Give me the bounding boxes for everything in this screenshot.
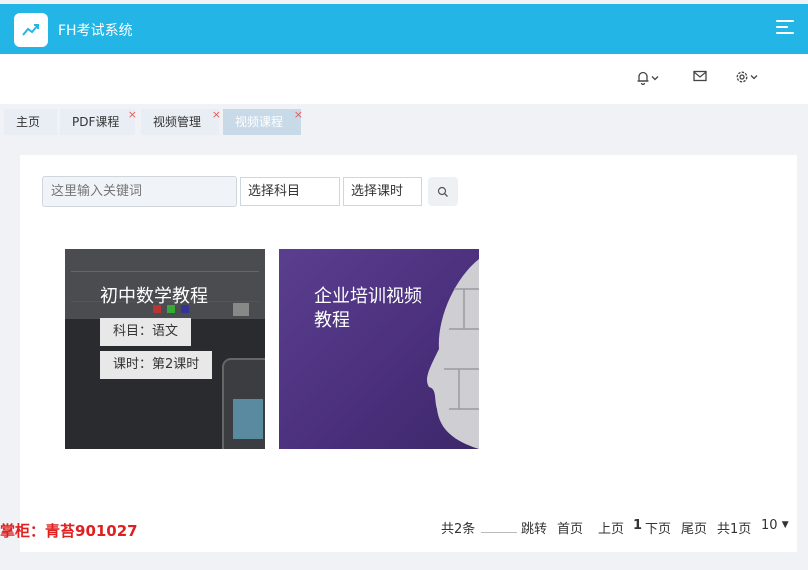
menu-toggle-button[interactable] xyxy=(776,20,794,36)
tab-home[interactable]: 主页 xyxy=(4,109,57,135)
card-title: 企业培训视频 教程 xyxy=(314,285,422,333)
prev-page-link[interactable]: 上页 xyxy=(598,518,624,537)
card-title: 初中数学教程 xyxy=(100,286,208,307)
first-page-link[interactable]: 首页 xyxy=(557,518,583,537)
notifications-button[interactable] xyxy=(636,70,660,85)
jump-page-input[interactable] xyxy=(481,521,517,533)
app-title: FH考试系统 xyxy=(58,23,133,39)
page-size-value: 10 xyxy=(761,518,778,533)
mail-icon xyxy=(693,70,707,82)
chevron-down-icon xyxy=(651,75,659,80)
tab-close-icon[interactable]: × xyxy=(294,102,303,128)
gear-icon xyxy=(736,71,748,83)
tab-label: 视频管理 xyxy=(153,115,202,129)
caret-down-icon: ▼ xyxy=(781,520,789,530)
secondary-header xyxy=(0,54,808,104)
tab-video-courses[interactable]: 视频课程 × xyxy=(223,108,303,135)
app-logo[interactable] xyxy=(14,13,48,47)
total-count: 共2条 xyxy=(441,522,476,537)
jump-button[interactable]: 跳转 xyxy=(521,518,547,537)
tab-video-management[interactable]: 视频管理 × xyxy=(141,108,221,135)
class-hours-select[interactable]: 选择课时 xyxy=(343,177,422,206)
tab-close-icon[interactable]: × xyxy=(212,102,221,128)
card-hours-chip: 课时：第2课时 xyxy=(100,351,213,379)
tabs-bar: 主页 PDF课程 × 视频管理 × 视频课程 × xyxy=(0,104,808,136)
card-cover-image xyxy=(427,259,479,449)
course-card[interactable]: 初中数学教程 科目：语文 课时：第2课时 xyxy=(65,249,265,449)
page-size-select[interactable]: 10 ▼ xyxy=(761,518,789,533)
seller-watermark: 掌柜：青苔901027 xyxy=(0,522,138,540)
tab-label: 主页 xyxy=(16,115,41,129)
search-icon xyxy=(437,186,448,197)
trend-chart-icon xyxy=(22,24,39,36)
card-subject-chip: 科目：语文 xyxy=(100,318,192,346)
card-title-line: 企业培训视频 xyxy=(314,286,422,307)
keyword-search-input[interactable] xyxy=(42,176,237,207)
search-button[interactable] xyxy=(428,177,458,206)
menu-bar-icon xyxy=(776,20,794,22)
bell-icon xyxy=(637,71,649,85)
card-cover-image xyxy=(65,249,265,449)
current-page: 1 xyxy=(633,518,643,533)
settings-button[interactable] xyxy=(735,70,759,84)
tab-close-icon[interactable]: × xyxy=(128,102,137,128)
tab-label: PDF课程 xyxy=(72,115,120,129)
tab-pdf-courses[interactable]: PDF课程 × xyxy=(60,108,137,135)
tab-label: 视频课程 xyxy=(235,115,284,129)
subject-select[interactable]: 选择科目 xyxy=(240,177,340,206)
course-card[interactable]: 企业培训视频 教程 xyxy=(279,249,479,449)
menu-bar-icon xyxy=(776,26,788,28)
card-title-line: 教程 xyxy=(314,310,350,331)
last-page-link[interactable]: 尾页 xyxy=(681,518,707,537)
main-panel: 选择科目 选择课时 初中数学教程 科目：语文 课时：第2课时 xyxy=(20,155,797,552)
messages-button[interactable] xyxy=(693,70,707,82)
menu-bar-icon xyxy=(776,32,794,34)
next-page-link[interactable]: 下页 xyxy=(645,518,671,537)
top-bar: FH考试系统 xyxy=(0,4,808,54)
total-pages: 共1页 xyxy=(717,522,752,537)
chevron-down-icon xyxy=(750,75,758,80)
